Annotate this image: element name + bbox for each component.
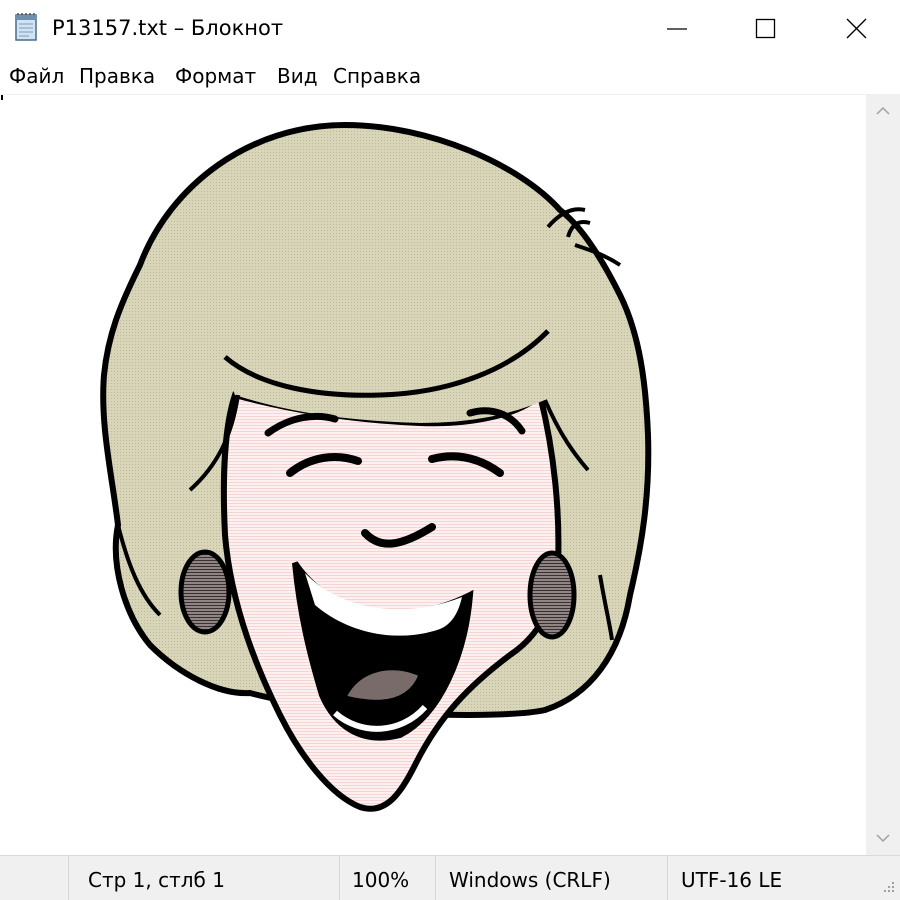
notepad-icon[interactable]	[13, 12, 41, 42]
resize-grip-icon[interactable]	[880, 880, 898, 898]
laughing-woman-illustration	[100, 121, 652, 812]
menu-file[interactable]: Файл	[9, 64, 64, 88]
menu-help[interactable]: Справка	[333, 64, 421, 88]
status-separator	[435, 856, 436, 900]
status-bar: Стр 1, стлб 1 100% Windows (CRLF) UTF-16…	[0, 855, 900, 900]
status-zoom: 100%	[352, 868, 410, 892]
title-bar[interactable]: P13157.txt – Блокнот	[0, 0, 900, 58]
minimize-icon	[667, 28, 687, 30]
menu-format[interactable]: Формат	[175, 64, 256, 88]
close-icon	[846, 18, 867, 39]
scroll-up-arrow-icon	[876, 106, 890, 115]
status-line-endings: Windows (CRLF)	[449, 868, 611, 892]
earring-right	[527, 550, 577, 640]
face	[220, 389, 562, 812]
notepad-window: P13157.txt – Блокнот Файл Правка Формат …	[0, 0, 900, 900]
text-editor-area[interactable]	[0, 94, 866, 856]
menu-bar: Файл Правка Формат Вид Справка	[0, 58, 900, 94]
scroll-up-button[interactable]	[866, 94, 900, 128]
scroll-down-arrow-icon	[876, 834, 890, 843]
earring-left	[178, 549, 232, 635]
text-caret	[1, 95, 3, 100]
scroll-down-button[interactable]	[866, 821, 900, 855]
menu-edit[interactable]: Правка	[79, 64, 155, 88]
menu-view[interactable]: Вид	[277, 64, 318, 88]
status-separator	[68, 856, 69, 900]
close-button[interactable]	[811, 0, 900, 58]
status-cursor-position: Стр 1, стлб 1	[88, 868, 225, 892]
status-encoding: UTF-16 LE	[681, 868, 783, 892]
vertical-scrollbar[interactable]	[866, 94, 900, 855]
status-separator	[667, 856, 668, 900]
status-separator	[339, 856, 340, 900]
maximize-button[interactable]	[721, 0, 811, 58]
window-title: P13157.txt – Блокнот	[52, 16, 284, 40]
maximize-icon	[755, 18, 776, 39]
minimize-button[interactable]	[631, 0, 721, 58]
